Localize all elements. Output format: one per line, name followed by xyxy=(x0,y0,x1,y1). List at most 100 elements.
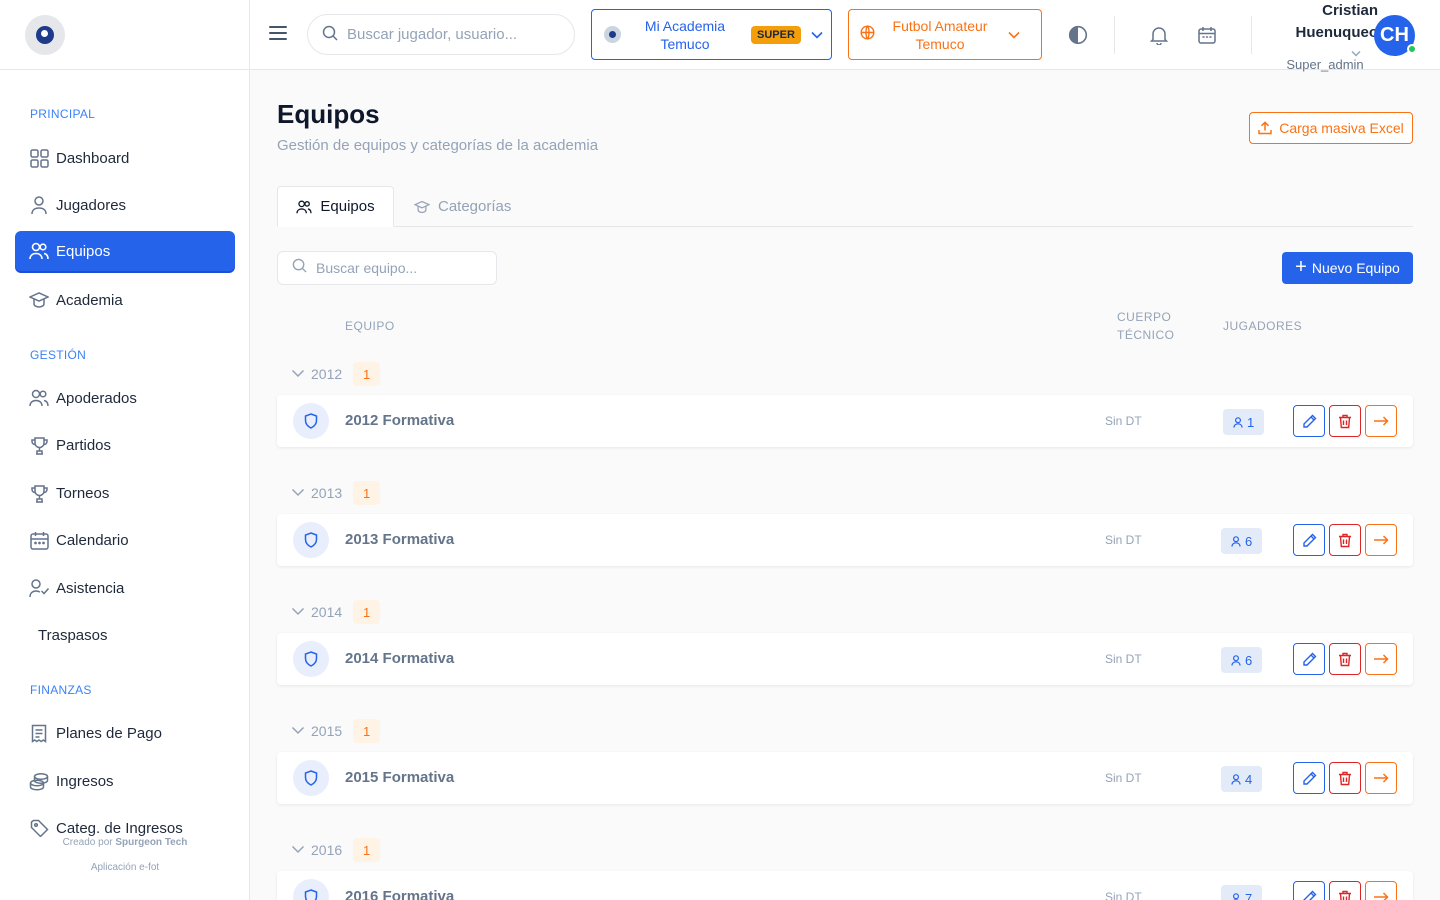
table-row[interactable]: 2015 Formativa Sin DT 4 xyxy=(277,752,1413,804)
pencil-icon xyxy=(1302,533,1316,547)
open-team-button[interactable] xyxy=(1365,643,1397,675)
user-name[interactable]: Cristian Huenuqueo xyxy=(1270,0,1379,44)
user-role: Super_admin xyxy=(1286,57,1364,72)
trash-icon xyxy=(1339,890,1351,900)
tab-equipos[interactable]: Equipos xyxy=(277,186,394,227)
edit-button[interactable] xyxy=(1293,405,1325,437)
academy-selector[interactable]: Mi Academia Temuco SUPER xyxy=(591,9,832,60)
bell-icon[interactable] xyxy=(1148,24,1170,46)
sidebar-item-label: Equipos xyxy=(56,242,111,260)
pencil-icon xyxy=(1302,414,1316,428)
menu-icon[interactable] xyxy=(269,26,287,40)
table-row[interactable]: 2014 Formativa Sin DT 6 xyxy=(277,633,1413,685)
sidebar-item-apoderados[interactable]: Apoderados xyxy=(15,378,235,418)
open-team-button[interactable] xyxy=(1365,762,1397,794)
sidebar-item-calendario[interactable]: Calendario xyxy=(15,520,235,560)
sidebar-item-jugadores[interactable]: Jugadores xyxy=(15,185,235,225)
edit-button[interactable] xyxy=(1293,881,1325,900)
team-name[interactable]: 2012 Formativa xyxy=(345,412,454,429)
players-count-badge: 6 xyxy=(1221,528,1263,554)
column-header-staff-line2: TÉCNICO xyxy=(1117,328,1175,342)
sidebar-item-label: Apoderados xyxy=(56,389,137,407)
table-row[interactable]: 2013 Formativa Sin DT 6 xyxy=(277,514,1413,566)
sidebar-item-asistencia[interactable]: Asistencia xyxy=(15,568,235,608)
group-count-badge: 1 xyxy=(353,481,381,505)
sidebar-item-partidos[interactable]: Partidos xyxy=(15,425,235,465)
header-divider xyxy=(1114,16,1115,54)
group-year: 2013 xyxy=(311,485,343,501)
staff-value: Sin DT xyxy=(1105,890,1142,900)
search-icon xyxy=(322,25,338,45)
team-search[interactable] xyxy=(277,251,497,285)
pencil-icon xyxy=(1302,652,1316,666)
sidebar-item-academia[interactable]: Academia xyxy=(15,280,235,320)
column-header-team: EQUIPO xyxy=(345,319,395,333)
column-header-staff: CUERPO TÉCNICO xyxy=(1117,308,1175,344)
group-year: 2012 xyxy=(311,366,343,382)
delete-button[interactable] xyxy=(1329,643,1361,675)
graduation-cap-icon xyxy=(414,200,430,213)
user-icon xyxy=(1232,892,1240,900)
group-header-2013[interactable]: 2013 1 xyxy=(291,481,381,505)
delete-button[interactable] xyxy=(1329,881,1361,900)
sidebar-item-planes-de-pago[interactable]: Planes de Pago xyxy=(15,713,235,753)
group-header-2012[interactable]: 2012 1 xyxy=(291,362,381,386)
user-icon xyxy=(29,195,49,215)
page-subtitle: Gestión de equipos y categorías de la ac… xyxy=(277,137,599,154)
group-year: 2015 xyxy=(311,723,343,739)
delete-button[interactable] xyxy=(1329,524,1361,556)
search-input[interactable] xyxy=(347,26,557,43)
sidebar-item-traspasos[interactable]: Traspasos xyxy=(15,615,235,655)
shield-icon xyxy=(293,879,329,900)
tab-equipos-label: Equipos xyxy=(320,198,375,215)
trash-icon xyxy=(1339,652,1351,666)
team-name[interactable]: 2014 Formativa xyxy=(345,650,454,667)
user-icon xyxy=(1231,773,1241,785)
academy-logo[interactable] xyxy=(25,14,65,55)
calendar-icon[interactable] xyxy=(1196,24,1218,46)
edit-button[interactable] xyxy=(1293,524,1325,556)
team-name[interactable]: 2016 Formativa xyxy=(345,888,454,900)
staff-value: Sin DT xyxy=(1105,533,1142,547)
sidebar-item-ingresos[interactable]: Ingresos xyxy=(15,761,235,801)
column-header-players: JUGADORES xyxy=(1223,319,1303,333)
staff-value: Sin DT xyxy=(1105,771,1142,785)
team-name[interactable]: 2015 Formativa xyxy=(345,769,454,786)
open-team-button[interactable] xyxy=(1365,405,1397,437)
shield-icon xyxy=(293,403,329,439)
tab-categorias[interactable]: Categorías xyxy=(414,186,511,227)
header-divider xyxy=(1251,16,1252,54)
shield-icon xyxy=(293,522,329,558)
delete-button[interactable] xyxy=(1329,405,1361,437)
open-team-button[interactable] xyxy=(1365,524,1397,556)
table-row[interactable]: 2012 Formativa Sin DT 1 xyxy=(277,395,1413,447)
sidebar-item-dashboard[interactable]: Dashboard xyxy=(15,138,235,178)
group-count-badge: 1 xyxy=(353,362,381,386)
group-count-badge: 1 xyxy=(353,719,381,743)
footer-company: Spurgeon Tech xyxy=(115,837,188,848)
bulk-upload-excel-button[interactable]: Carga masiva Excel xyxy=(1249,112,1413,144)
academy-name-line2: Temuco xyxy=(660,35,710,52)
column-header-staff-line1: CUERPO xyxy=(1117,310,1172,324)
shield-icon xyxy=(293,641,329,677)
chevron-down-icon xyxy=(291,841,305,859)
sidebar-item-label: Dashboard xyxy=(56,149,130,167)
team-search-input[interactable] xyxy=(316,260,486,276)
global-search[interactable] xyxy=(307,14,575,55)
delete-button[interactable] xyxy=(1329,762,1361,794)
team-selector[interactable]: Futbol Amateur Temuco xyxy=(848,9,1042,60)
team-name[interactable]: 2013 Formativa xyxy=(345,531,454,548)
new-team-button[interactable]: + Nuevo Equipo xyxy=(1282,252,1413,284)
group-header-2014[interactable]: 2014 1 xyxy=(291,600,381,624)
sidebar-item-torneos[interactable]: Torneos xyxy=(15,473,235,513)
edit-button[interactable] xyxy=(1293,762,1325,794)
sidebar-item-equipos[interactable]: Equipos xyxy=(15,231,235,271)
theme-toggle-icon[interactable] xyxy=(1067,24,1089,46)
trophy-icon xyxy=(29,483,49,503)
group-header-2016[interactable]: 2016 1 xyxy=(291,838,381,862)
table-row[interactable]: 2016 Formativa Sin DT 7 xyxy=(277,871,1413,900)
trash-icon xyxy=(1339,533,1351,547)
edit-button[interactable] xyxy=(1293,643,1325,675)
open-team-button[interactable] xyxy=(1365,881,1397,900)
group-header-2015[interactable]: 2015 1 xyxy=(291,719,381,743)
